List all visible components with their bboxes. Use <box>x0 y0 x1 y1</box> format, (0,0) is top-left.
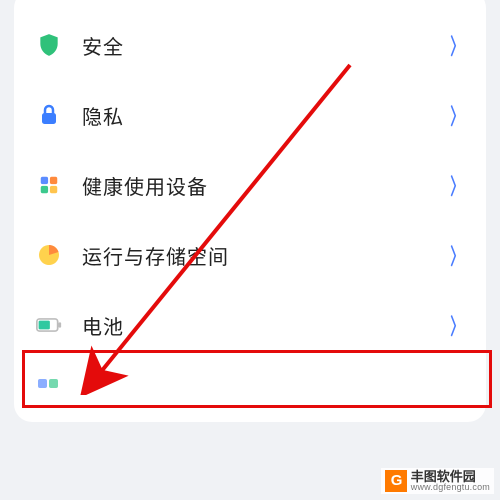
chevron-right-icon: 〉 <box>450 239 463 271</box>
row-label: 运行与存储空间 <box>82 241 446 270</box>
partial-icon <box>36 376 62 392</box>
watermark: 丰图软件园 www.dgfengtu.com <box>381 468 494 494</box>
blocks-icon <box>36 172 62 198</box>
chevron-right-icon: 〉 <box>450 29 463 61</box>
watermark-url: www.dgfengtu.com <box>411 483 490 492</box>
setting-row-storage[interactable]: 运行与存储空间 〉 <box>14 220 486 290</box>
watermark-logo <box>385 470 407 492</box>
row-label: 安全 <box>82 31 446 60</box>
row-label: 健康使用设备 <box>82 171 446 200</box>
setting-row-security[interactable]: 安全 〉 <box>14 10 486 80</box>
chevron-right-icon: 〉 <box>450 309 463 341</box>
setting-row-battery[interactable]: 电池 〉 <box>14 290 486 360</box>
row-label: 隐私 <box>82 101 446 130</box>
setting-row-privacy[interactable]: 隐私 〉 <box>14 80 486 150</box>
piechart-icon <box>36 242 62 268</box>
shield-icon <box>36 32 62 58</box>
battery-icon <box>36 312 62 338</box>
settings-list: 安全 〉 隐私 〉 健康使用设备 〉 <box>14 0 486 422</box>
row-label: 电池 <box>82 311 446 340</box>
chevron-right-icon: 〉 <box>450 99 463 131</box>
setting-row-digital-balance[interactable]: 健康使用设备 〉 <box>14 150 486 220</box>
partial-row <box>14 360 486 392</box>
chevron-right-icon: 〉 <box>450 169 463 201</box>
lock-icon <box>36 102 62 128</box>
